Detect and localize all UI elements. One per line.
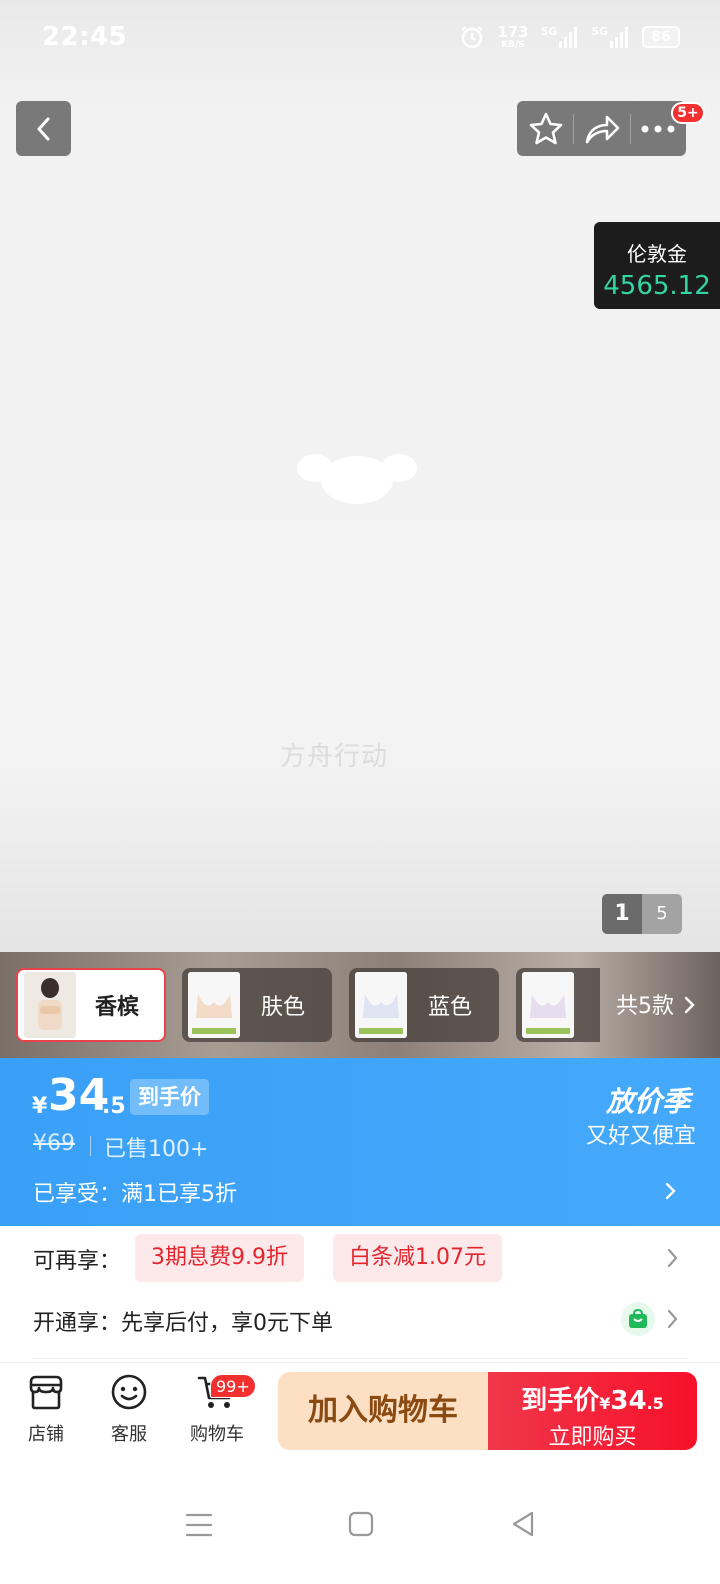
chevron-right-icon	[684, 996, 695, 1014]
store-icon	[29, 1375, 63, 1410]
chevron-right-icon	[665, 1182, 676, 1200]
more-icon[interactable]	[640, 124, 676, 134]
notification-badge: 5+	[671, 102, 705, 124]
menu-nav-icon[interactable]	[185, 1512, 213, 1538]
add-to-cart-button[interactable]: 加入购物车	[278, 1372, 488, 1450]
signal-2-icon: 5G	[591, 26, 630, 48]
cart-label: 购物车	[190, 1424, 244, 1445]
price-currency: ¥	[32, 1094, 48, 1119]
status-icons: 173 KB/S 5G 5G 86	[459, 24, 680, 50]
service-icon	[111, 1374, 147, 1410]
variant-option[interactable]: 蓝色	[349, 968, 499, 1042]
final-price-tag: 到手价	[130, 1079, 209, 1115]
status-time: 22:45	[42, 22, 128, 52]
signal-1-type: 5G	[540, 25, 558, 38]
divider	[629, 113, 631, 144]
gold-price-label: 伦敦金	[627, 242, 687, 266]
baitiao-coupon[interactable]: 白条减1.07元	[333, 1234, 502, 1282]
variant-thumbnail	[522, 972, 574, 1038]
variant-label: 蓝色	[427, 995, 472, 1020]
price-integer: 34	[48, 1070, 110, 1121]
gold-price-widget[interactable]: 伦敦金 4565.12	[594, 222, 720, 309]
page-total: 5	[642, 894, 682, 934]
buy-now-label: 立即购买	[548, 1425, 637, 1450]
signal-1-icon: 5G	[541, 26, 580, 48]
store-label: 店铺	[28, 1424, 64, 1445]
variant-option[interactable]	[516, 968, 600, 1042]
discount-enjoyed: 已享受：满1已享5折	[33, 1182, 237, 1207]
gold-price-value: 4565.12	[603, 271, 711, 301]
variant-thumbnail	[24, 972, 76, 1038]
more-benefits-label: 可再享：	[33, 1249, 122, 1274]
divider	[32, 1358, 688, 1359]
product-detail-page: 22:45 173 KB/S 5G 5G 86 5+ 伦敦金 4565.12 方…	[0, 0, 720, 1584]
variant-option[interactable]: 肤色	[182, 968, 332, 1042]
star-icon[interactable]	[528, 111, 564, 147]
buy-now-button[interactable]: 到手价¥34.5 立即购买	[488, 1372, 697, 1450]
back-nav-icon[interactable]	[510, 1510, 536, 1538]
pay-later-label: 开通享：先享后付，享0元下单	[33, 1311, 333, 1336]
wallet-icon	[621, 1302, 655, 1336]
buy-price-line: 到手价¥34.5	[488, 1380, 697, 1417]
variant-option[interactable]: 香槟	[16, 968, 166, 1042]
variant-label: 香槟	[94, 995, 139, 1020]
watermark-text: 方舟行动	[280, 742, 389, 772]
chevron-right-icon	[667, 1248, 678, 1268]
back-button[interactable]	[16, 101, 71, 156]
home-nav-icon[interactable]	[348, 1511, 374, 1537]
installment-coupon[interactable]: 3期息费9.9折	[135, 1234, 304, 1282]
header-actions	[517, 101, 686, 156]
alarm-icon	[461, 26, 484, 49]
chevron-left-icon	[37, 117, 49, 140]
page-current: 1	[602, 894, 642, 934]
chevron-right-icon	[667, 1309, 678, 1329]
price-decimal: .5	[102, 1094, 126, 1119]
loading-placeholder-icon	[297, 454, 417, 504]
buy-price-decimal: .5	[646, 1394, 664, 1413]
divider	[572, 113, 574, 144]
discount-detail-row[interactable]: 已享受：满1已享5折	[0, 1168, 720, 1218]
promo-subtitle: 又好又便宜	[585, 1124, 696, 1149]
service-label: 客服	[111, 1424, 147, 1445]
variant-thumbnail	[188, 972, 240, 1038]
divider	[90, 1136, 91, 1156]
net-speed-value: 173	[497, 22, 529, 41]
variant-count-link[interactable]: 共5款	[616, 988, 697, 1020]
net-speed-unit: KB/S	[501, 39, 525, 50]
net-speed: 173 KB/S	[497, 22, 529, 50]
buy-price-integer: 34	[610, 1386, 647, 1416]
promo-title: 放价季	[605, 1085, 690, 1118]
buy-price-currency: ¥	[599, 1394, 611, 1413]
variant-thumbnail	[355, 972, 407, 1038]
share-icon[interactable]	[583, 112, 621, 146]
variant-label: 肤色	[260, 995, 305, 1020]
buy-price-prefix: 到手价	[521, 1386, 600, 1416]
cart-count-badge: 99+	[210, 1374, 256, 1398]
signal-2-type: 5G	[591, 25, 608, 38]
sold-count: 已售100+	[104, 1137, 209, 1162]
image-page-indicator: 1 5	[602, 894, 682, 934]
store-button[interactable]: 店铺	[16, 1372, 76, 1446]
original-price: ¥69	[33, 1131, 75, 1156]
variant-count-label: 共5款	[616, 994, 674, 1019]
customer-service-button[interactable]: 客服	[99, 1372, 159, 1446]
battery-icon: 86	[642, 26, 680, 48]
